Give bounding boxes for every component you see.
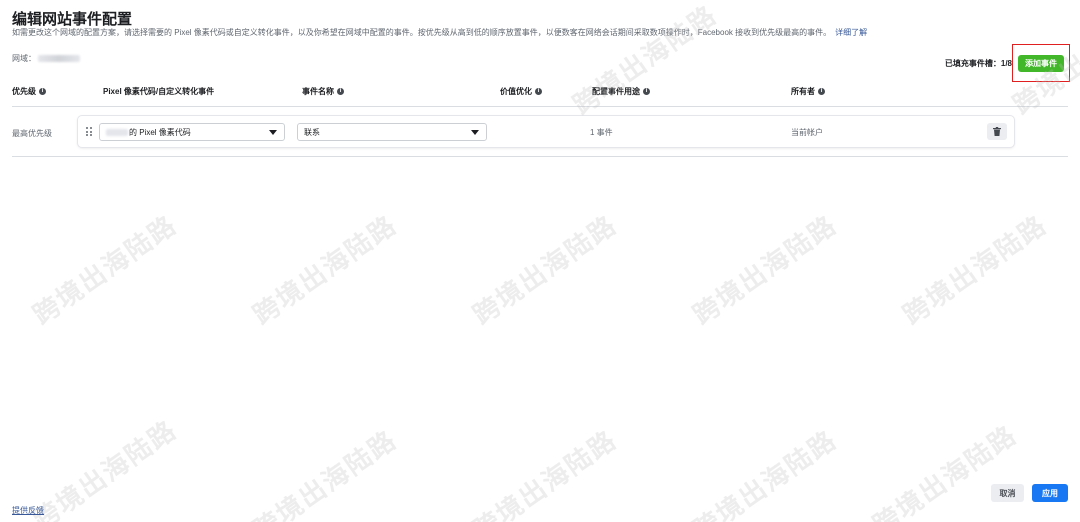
column-header-event-name: 事件名称 i: [302, 86, 344, 97]
watermark: 跨境出海陆路: [247, 209, 403, 331]
chevron-down-icon: [471, 130, 479, 135]
domain-row: 网域：: [12, 53, 80, 64]
info-icon[interactable]: i: [818, 88, 825, 95]
pixel-select[interactable]: 的 Pixel 像素代码: [99, 123, 285, 141]
event-name-select[interactable]: 联系: [297, 123, 487, 141]
column-header-usage: 配置事件用途 i: [592, 86, 650, 97]
domain-label: 网域：: [12, 54, 36, 63]
column-header-owner: 所有者 i: [791, 86, 825, 97]
cancel-button[interactable]: 取消: [991, 484, 1024, 502]
domain-value-blurred: [38, 55, 80, 62]
table-header: 优先级 i Pixel 像素代码/自定义转化事件 事件名称 i 价值优化 i 配置事件…: [0, 86, 1080, 98]
page-title: 编辑网站事件配置: [12, 11, 133, 28]
row-priority: 最高优先级: [12, 129, 52, 138]
info-icon[interactable]: i: [535, 88, 542, 95]
highlight-box: 添加事件: [1012, 44, 1070, 82]
filled-slots-label: 已填充事件槽：1/8: [944, 59, 1012, 68]
watermark: 跨境出海陆路: [687, 209, 843, 331]
pixel-select-value: 的 Pixel 像素代码: [129, 127, 191, 137]
watermark: 跨境出海陆路: [247, 424, 403, 522]
column-label: 价值优化: [500, 87, 532, 96]
pixel-name-blurred: [106, 128, 128, 136]
info-icon[interactable]: i: [337, 88, 344, 95]
column-label: 事件名称: [302, 87, 334, 96]
add-event-button[interactable]: 添加事件: [1018, 55, 1064, 72]
apply-button[interactable]: 应用: [1032, 484, 1068, 502]
column-header-priority: 优先级 i: [12, 86, 46, 97]
column-header-value-optimization: 价值优化 i: [500, 86, 542, 97]
trash-icon: [993, 127, 1001, 136]
delete-button[interactable]: [987, 123, 1007, 140]
learn-more-link[interactable]: 详细了解: [835, 28, 867, 37]
event-name-value: 联系: [304, 127, 320, 137]
column-label: 所有者: [791, 87, 815, 96]
owner: 当前帐户: [791, 128, 823, 137]
info-icon[interactable]: i: [643, 88, 650, 95]
column-header-pixel: Pixel 像素代码/自定义转化事件: [103, 86, 214, 97]
drag-handle-icon[interactable]: [86, 127, 92, 136]
watermark: 跨境出海陆路: [467, 424, 623, 522]
column-label: Pixel 像素代码/自定义转化事件: [103, 87, 215, 96]
description-text: 如需更改这个网域的配置方案，请选择需要的 Pixel 像素代码或自定义转化事件，…: [12, 28, 832, 37]
chevron-down-icon: [269, 130, 277, 135]
event-usage: 1 事件: [590, 128, 613, 137]
column-label: 优先级: [12, 87, 36, 96]
watermark: 跨境出海陆路: [897, 209, 1053, 331]
watermark: 跨境出海陆路: [27, 414, 183, 522]
page: 编辑网站事件配置 如需更改这个网域的配置方案，请选择需要的 Pixel 像素代码…: [0, 0, 1080, 522]
watermark: 跨境出海陆路: [27, 209, 183, 331]
feedback-link[interactable]: 提供反馈: [12, 505, 44, 516]
table-row: 的 Pixel 像素代码 联系 1 事件 当前帐户: [78, 116, 1014, 147]
info-icon[interactable]: i: [39, 88, 46, 95]
watermark: 跨境出海陆路: [467, 209, 623, 331]
watermark: 跨境出海陆路: [567, 0, 723, 121]
watermark: 跨境出海陆路: [687, 424, 843, 522]
watermark: 跨境出海陆路: [867, 419, 1023, 522]
header-divider: [12, 106, 1068, 107]
table-bottom-divider: [12, 156, 1068, 157]
column-label: 配置事件用途: [592, 87, 640, 96]
page-description: 如需更改这个网域的配置方案，请选择需要的 Pixel 像素代码或自定义转化事件，…: [12, 27, 867, 38]
